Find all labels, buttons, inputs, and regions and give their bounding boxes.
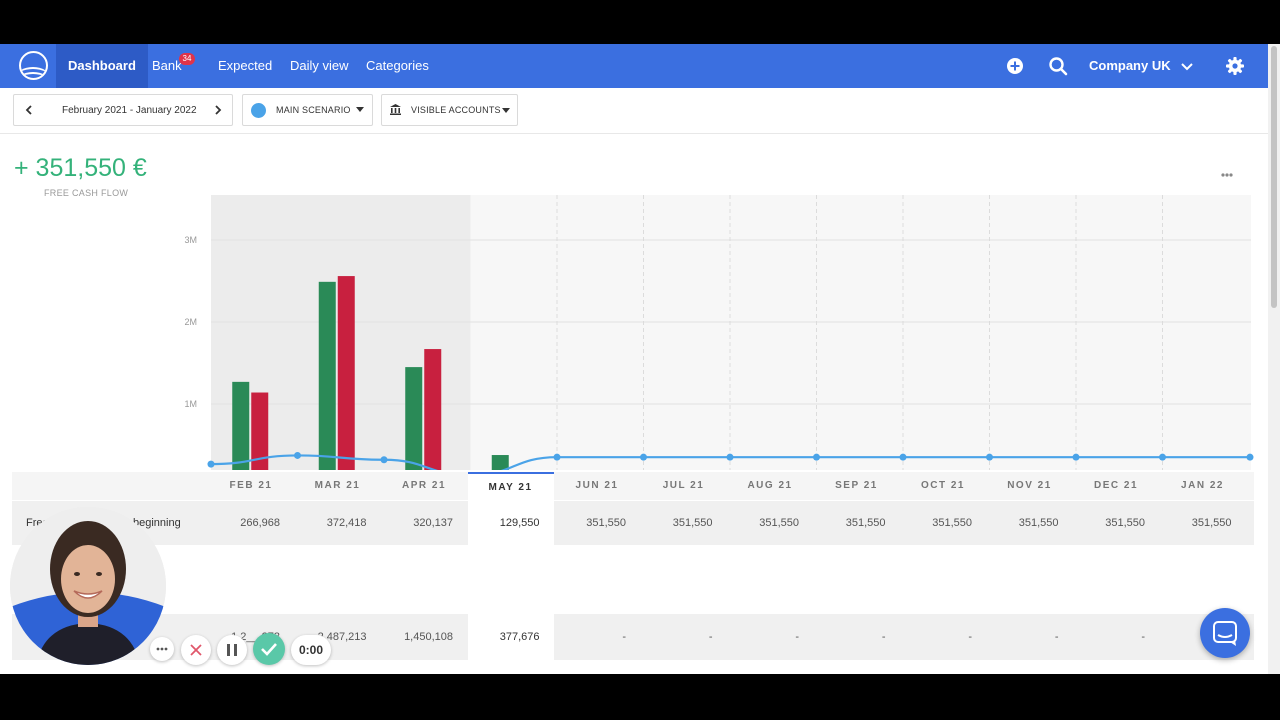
table-cell[interactable]: 351,550	[987, 501, 1073, 545]
line-point[interactable]	[380, 456, 388, 464]
recorder-pause-button[interactable]	[217, 635, 247, 665]
line-point[interactable]	[553, 453, 561, 461]
search-icon[interactable]	[1048, 56, 1068, 76]
chart-menu-icon[interactable]	[1221, 173, 1233, 177]
line-point[interactable]	[986, 453, 993, 461]
y-tick-label: 1M	[184, 399, 197, 409]
month-header[interactable]: FEB 21	[208, 472, 294, 500]
line-point[interactable]	[640, 453, 647, 461]
table-cell[interactable]: 351,550	[1160, 501, 1246, 545]
month-header[interactable]: MAY 21	[467, 472, 554, 500]
accounts-dropdown[interactable]: VISIBLE ACCOUNTS	[381, 94, 518, 126]
line-point[interactable]	[1246, 453, 1254, 461]
tab-bank[interactable]: Bank	[152, 44, 182, 88]
line-point[interactable]	[1159, 453, 1166, 461]
table-cell[interactable]: 351,550	[900, 501, 986, 545]
caret-down-icon	[502, 108, 510, 113]
bank-icon	[390, 104, 401, 115]
line-point[interactable]	[207, 460, 215, 468]
month-header[interactable]: JAN 22	[1160, 472, 1246, 500]
tab-expected[interactable]: Expected	[218, 44, 272, 88]
chevron-down-icon[interactable]	[1179, 58, 1195, 74]
line-point[interactable]	[813, 453, 820, 461]
month-header[interactable]: DEC 21	[1073, 472, 1159, 500]
recorder-timer: 0:00	[291, 635, 331, 665]
gear-icon[interactable]	[1225, 56, 1245, 76]
chevron-left-icon[interactable]	[24, 105, 34, 115]
month-header[interactable]: JUL 21	[641, 472, 727, 500]
month-header-row: FEB 21 MAR 21 APR 21 MAY 21 JUN 21 JUL 21 AUG …	[12, 472, 1254, 500]
table-cell[interactable]: 351,550	[1073, 501, 1159, 545]
chat-button[interactable]	[1200, 608, 1250, 658]
tab-daily-view[interactable]: Daily view	[290, 44, 349, 88]
table-cell[interactable]: 320,137	[381, 501, 467, 545]
month-header[interactable]: OCT 21	[900, 472, 986, 500]
table-cell[interactable]: -	[641, 614, 727, 660]
recorder-done-button[interactable]	[253, 633, 285, 665]
add-icon[interactable]	[1005, 56, 1025, 76]
period-selector: February 2021 - January 2022	[13, 94, 233, 126]
period-label[interactable]: February 2021 - January 2022	[62, 105, 197, 116]
logo[interactable]	[19, 51, 48, 80]
accounts-label: VISIBLE ACCOUNTS	[411, 105, 501, 115]
chat-icon	[1213, 621, 1237, 646]
table-cell[interactable]: 351,550	[641, 501, 727, 545]
scenario-label: MAIN SCENARIO	[276, 105, 351, 115]
top-nav: Dashboard Bank 34 Expected Daily view Ca…	[0, 44, 1268, 88]
line-point[interactable]	[726, 453, 734, 461]
more-icon	[156, 647, 168, 651]
line-point[interactable]	[899, 453, 907, 461]
table-cell[interactable]: -	[1073, 614, 1159, 660]
table-cell[interactable]: 266,968	[208, 501, 294, 545]
table-cell[interactable]: 351,550	[554, 501, 640, 545]
webcam-bubble	[10, 507, 166, 665]
table-cell[interactable]: 351,550	[814, 501, 900, 545]
scenario-dropdown[interactable]: MAIN SCENARIO	[242, 94, 373, 126]
close-icon	[190, 644, 202, 656]
month-header[interactable]: AUG 21	[727, 472, 813, 500]
recorder-cancel-button[interactable]	[181, 635, 211, 665]
pause-icon	[227, 644, 237, 656]
bar-inflow[interactable]	[232, 381, 250, 470]
check-icon	[261, 643, 277, 656]
caret-down-icon	[356, 107, 364, 112]
line-point[interactable]	[294, 451, 301, 459]
table-cell[interactable]: 129,550	[467, 501, 554, 545]
tab-dashboard[interactable]: Dashboard	[56, 44, 148, 88]
month-header[interactable]: JUN 21	[554, 472, 640, 500]
y-tick-label: 2M	[184, 317, 197, 327]
bar-inflow[interactable]	[318, 281, 336, 470]
month-header[interactable]: NOV 21	[987, 472, 1073, 500]
table-cell[interactable]: 377,676	[467, 614, 554, 660]
toolbar: February 2021 - January 2022 MAIN SCENAR…	[0, 88, 1268, 134]
bank-count-badge: 34	[179, 53, 195, 65]
scenario-color-dot	[251, 103, 266, 118]
cash-flow-chart: 0M1M2M3M Feb 21Mar 21Apr 21May 21Jun 21J…	[184, 173, 1254, 470]
table-cell[interactable]: -	[900, 614, 986, 660]
line-point[interactable]	[1072, 453, 1080, 461]
y-tick-label: 3M	[184, 235, 197, 245]
page-scrollbar-thumb[interactable]	[1271, 46, 1277, 308]
recorder-more-button[interactable]	[150, 637, 174, 661]
bar-outflow[interactable]	[337, 276, 355, 470]
table-cell[interactable]: -	[727, 614, 813, 660]
bar-outflow[interactable]	[424, 349, 442, 470]
table-cell[interactable]: -	[554, 614, 640, 660]
company-selector[interactable]: Company UK	[1089, 44, 1171, 88]
month-header[interactable]: SEP 21	[814, 472, 900, 500]
table-cell[interactable]: 372,418	[295, 501, 381, 545]
bar-inflow[interactable]	[405, 367, 423, 470]
table-cell[interactable]: -	[987, 614, 1073, 660]
app-window: Dashboard Bank 34 Expected Daily view Ca…	[0, 44, 1280, 674]
month-header[interactable]: MAR 21	[295, 472, 381, 500]
table-cell[interactable]: -	[814, 614, 900, 660]
month-header[interactable]: APR 21	[381, 472, 467, 500]
tab-categories[interactable]: Categories	[366, 44, 429, 88]
table-cell[interactable]: 1,450,108	[381, 614, 467, 660]
table-row: Free beginning 266,968 372,418 320,137 129,…	[12, 501, 1254, 545]
table-cell[interactable]: 351,550	[727, 501, 813, 545]
bar-inflow[interactable]	[491, 455, 509, 470]
chevron-right-icon[interactable]	[213, 105, 223, 115]
presenter-video	[10, 507, 166, 665]
